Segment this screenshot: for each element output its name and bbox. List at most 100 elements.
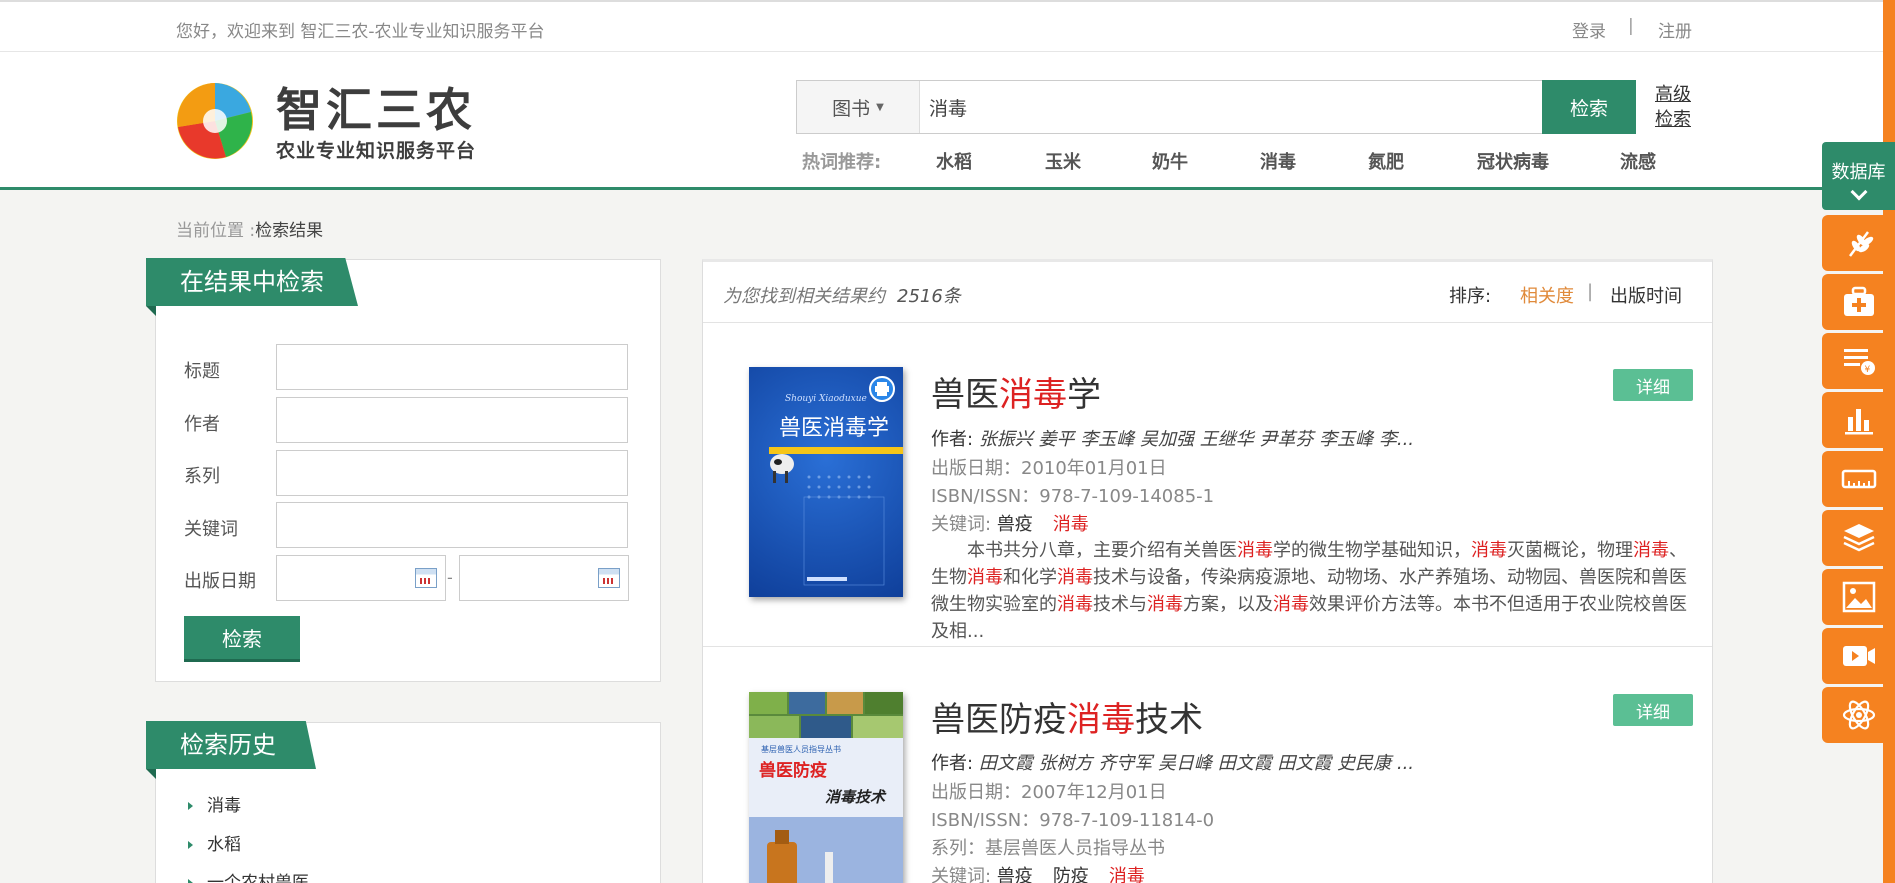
title-label: 标题 (184, 361, 220, 382)
search-history-panel: 检索历史 消毒 水稻 一个农村兽医 (146, 721, 661, 883)
book-title-part: 学 (1067, 375, 1101, 415)
advanced-search-link[interactable]: 高级 检索 (1655, 82, 1695, 132)
logo-mark-icon (177, 83, 253, 159)
book-authors: 作者: 田文霞 张树方 齐守军 吴日峰 田文霞 田文霞 史民康 ... (931, 749, 1414, 775)
refine-search-title: 在结果中检索 (146, 258, 358, 306)
keyword-label: 关键词 (184, 519, 238, 540)
keyword-tag[interactable]: 消毒 (1053, 514, 1089, 535)
history-item-label: 消毒 (207, 796, 241, 816)
register-link[interactable]: 注册 (1658, 17, 1692, 42)
author-names[interactable]: 田文霞 张树方 齐守军 吴日峰 田文霞 田文霞 史民康 ... (979, 753, 1414, 774)
tab-fold (146, 306, 156, 316)
results-header: 为您找到相关结果约 2516条 排序: 相关度 | 出版时间 (703, 262, 1712, 323)
author-field[interactable] (276, 397, 628, 443)
author-label: 作者: (931, 429, 974, 450)
results-panel: 为您找到相关结果约 2516条 排序: 相关度 | 出版时间 Shouyi Xia… (702, 259, 1713, 883)
history-item[interactable]: 消毒 (188, 791, 241, 816)
query-highlight: 消毒 (1273, 594, 1309, 615)
refine-search-button[interactable]: 检索 (184, 616, 300, 662)
hot-word-1[interactable]: 水稻 (936, 148, 972, 174)
sort-label: 排序: (1449, 286, 1492, 307)
svg-text:Shouyi Xiaoduxue: Shouyi Xiaoduxue (785, 394, 867, 404)
keyword-tag[interactable]: 防疫 (1053, 866, 1089, 883)
video-icon[interactable] (1822, 628, 1895, 684)
pub-date-end-field[interactable] (459, 555, 629, 601)
breadcrumb: 当前位置 :检索结果 (176, 216, 323, 241)
svg-text:兽医消毒学: 兽医消毒学 (779, 416, 889, 441)
detail-button[interactable]: 详细 (1613, 694, 1693, 726)
title-field[interactable] (276, 344, 628, 390)
query-highlight: 消毒 (967, 567, 1003, 588)
logo-title: 智汇三农 (276, 83, 476, 137)
date-separator: - (447, 568, 453, 587)
book-series: 系列：基层兽医人员指导丛书 (931, 838, 1165, 859)
book-title[interactable]: 兽医消毒学 (931, 367, 1101, 416)
result-divider (703, 646, 1712, 647)
bullet-arrow-icon (188, 879, 193, 883)
bullet-arrow-icon (188, 841, 193, 849)
bullet-arrow-icon (188, 802, 193, 810)
results-count: 为您找到相关结果约 2516条 (723, 282, 961, 308)
bar-chart-icon[interactable] (1822, 392, 1895, 448)
login-link[interactable]: 登录 (1572, 17, 1606, 42)
svg-text:基层兽医人员指导丛书: 基层兽医人员指导丛书 (761, 744, 841, 754)
keyword-tag[interactable]: 兽疫 (997, 866, 1033, 883)
calendar-icon[interactable] (415, 568, 437, 588)
hot-word-4[interactable]: 消毒 (1260, 148, 1296, 174)
keyword-tag[interactable]: 兽疫 (997, 514, 1033, 535)
header: 智汇三农 农业专业知识服务平台 图书 ▼ 检索 高级 检索 热词推荐: 水稻 玉… (0, 52, 1895, 190)
history-item[interactable]: 水稻 (188, 830, 241, 855)
search-type-label: 图书 (832, 97, 871, 120)
book-isbn: ISBN/ISSN：978-7-109-11814-0 (931, 810, 1215, 831)
hot-word-2[interactable]: 玉米 (1045, 148, 1081, 174)
book-cover[interactable]: Shouyi Xiaoduxue 兽医消毒学 (749, 367, 903, 597)
book-title[interactable]: 兽医防疫消毒技术 (931, 692, 1203, 741)
sort-publish-date[interactable]: 出版时间 (1610, 282, 1682, 308)
history-item-label: 水稻 (207, 835, 241, 855)
book-cover-art: Shouyi Xiaoduxue 兽医消毒学 (769, 376, 903, 586)
search-button[interactable]: 检索 (1542, 80, 1636, 134)
series-field[interactable] (276, 450, 628, 496)
pub-date-start-field[interactable] (276, 555, 446, 601)
book-title-part: 技术 (1135, 700, 1203, 740)
search-input[interactable] (929, 81, 1529, 133)
layers-icon[interactable] (1822, 510, 1895, 566)
breadcrumb-prefix: 当前位置 : (176, 221, 256, 241)
topbar-separator: | (1628, 16, 1634, 36)
logo-subtitle: 农业专业知识服务平台 (276, 140, 477, 162)
hot-word-6[interactable]: 冠状病毒 (1477, 148, 1549, 174)
query-highlight: 消毒 (1633, 540, 1669, 561)
query-highlight: 消毒 (1237, 540, 1273, 561)
query-highlight: 消毒 (1147, 594, 1183, 615)
book-title-part: 兽医防疫 (931, 700, 1067, 740)
detail-button[interactable]: 详细 (1613, 369, 1693, 401)
sort-relevance[interactable]: 相关度 (1520, 282, 1574, 308)
search-type-select[interactable]: 图书 ▼ (797, 81, 920, 133)
medical-kit-icon[interactable] (1822, 274, 1895, 330)
book-pub-date: 出版日期：2010年01月01日 (931, 458, 1167, 479)
hot-words-label: 热词推荐: (802, 152, 882, 173)
keyword-tag[interactable]: 消毒 (1109, 866, 1145, 883)
hot-word-3[interactable]: 奶牛 (1152, 148, 1188, 174)
query-highlight: 消毒 (1057, 594, 1093, 615)
book-keywords: 关键词: 兽疫 防疫 消毒 (931, 862, 1165, 883)
history-item[interactable]: 一个农村兽医 (188, 868, 309, 883)
results-count-prefix: 为您找到相关结果约 (723, 286, 885, 307)
ruler-icon[interactable] (1822, 451, 1895, 507)
image-icon[interactable] (1822, 569, 1895, 625)
hot-word-5[interactable]: 氮肥 (1368, 148, 1404, 174)
wheat-icon[interactable] (1822, 215, 1895, 271)
history-item-label: 一个农村兽医 (207, 873, 309, 883)
author-names[interactable]: 张振兴 姜平 李玉峰 吴加强 王继华 尹革芬 李玉峰 李... (979, 429, 1414, 450)
database-toggle[interactable]: 数据库 (1822, 142, 1895, 210)
calendar-icon[interactable] (598, 568, 620, 588)
finance-list-icon[interactable]: ¥ (1822, 333, 1895, 389)
atom-icon[interactable] (1822, 687, 1895, 743)
hot-word-7[interactable]: 流感 (1620, 148, 1656, 174)
site-logo[interactable]: 智汇三农 农业专业知识服务平台 (176, 82, 486, 162)
book-cover[interactable]: 基层兽医人员指导丛书 兽医防疫 消毒技术 (749, 692, 903, 883)
author-label: 作者: (931, 753, 974, 774)
database-label: 数据库 (1831, 162, 1886, 183)
keyword-field[interactable] (276, 502, 628, 548)
sort-separator: | (1587, 281, 1594, 302)
